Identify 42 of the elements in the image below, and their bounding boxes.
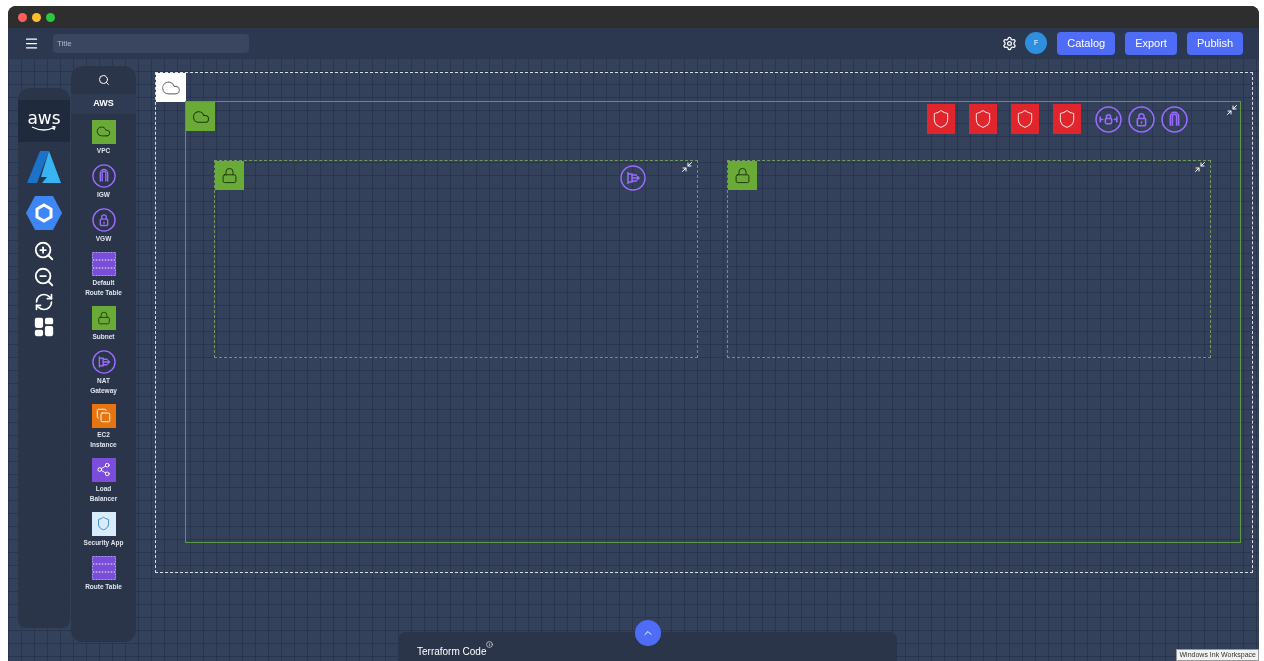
vpn-icon	[1095, 105, 1122, 133]
load-balancer-icon	[91, 457, 116, 482]
menu-icon[interactable]	[24, 35, 39, 51]
toolbar-button[interactable]: Publish	[1186, 31, 1243, 55]
firewall-icon[interactable]	[927, 104, 955, 134]
route-table-icon	[91, 555, 116, 580]
aws-logo[interactable]: aws	[18, 100, 70, 142]
expand-button[interactable]	[635, 620, 661, 646]
toolbar-button[interactable]: Export	[1125, 31, 1177, 55]
terraform-drawer[interactable]: Terraform Code	[398, 632, 897, 661]
collapse-icon[interactable]	[1226, 104, 1238, 116]
collapse-icon[interactable]	[681, 161, 693, 173]
subnet-icon	[91, 305, 116, 330]
firewall-icon[interactable]	[969, 104, 997, 134]
settings-icon[interactable]	[1002, 35, 1018, 51]
toolbar-button[interactable]: Catalog	[1057, 31, 1116, 55]
lock-icon	[91, 207, 116, 232]
vpc-icon	[186, 102, 215, 131]
security-app-icon	[91, 511, 116, 536]
cloud-icon	[156, 73, 186, 102]
firewall-icon[interactable]	[1011, 104, 1039, 134]
search-icon[interactable]	[97, 74, 110, 86]
zoom-out-icon[interactable]	[33, 266, 55, 288]
info-icon	[486, 641, 494, 648]
drawer-title: Terraform Code	[417, 645, 487, 659]
title-field[interactable]: Title	[53, 33, 249, 53]
subnet-icon	[215, 161, 244, 190]
palette-heading: AWS	[71, 94, 136, 114]
arch-icon	[1161, 105, 1188, 133]
refresh-icon[interactable]	[34, 292, 54, 312]
nat-gateway-icon	[620, 165, 646, 191]
zoom-in-icon[interactable]	[33, 240, 55, 262]
vpc-icon	[91, 119, 116, 144]
nat-gateway-icon	[91, 349, 116, 374]
route-table-icon	[91, 251, 116, 276]
ec2-icon	[91, 403, 116, 428]
firewall-icon[interactable]	[1053, 104, 1081, 134]
arch-icon	[91, 163, 116, 188]
layout-icon[interactable]	[33, 316, 55, 338]
lock-icon	[1128, 105, 1155, 133]
subnet-icon	[728, 161, 757, 190]
collapse-icon[interactable]	[1194, 161, 1206, 173]
